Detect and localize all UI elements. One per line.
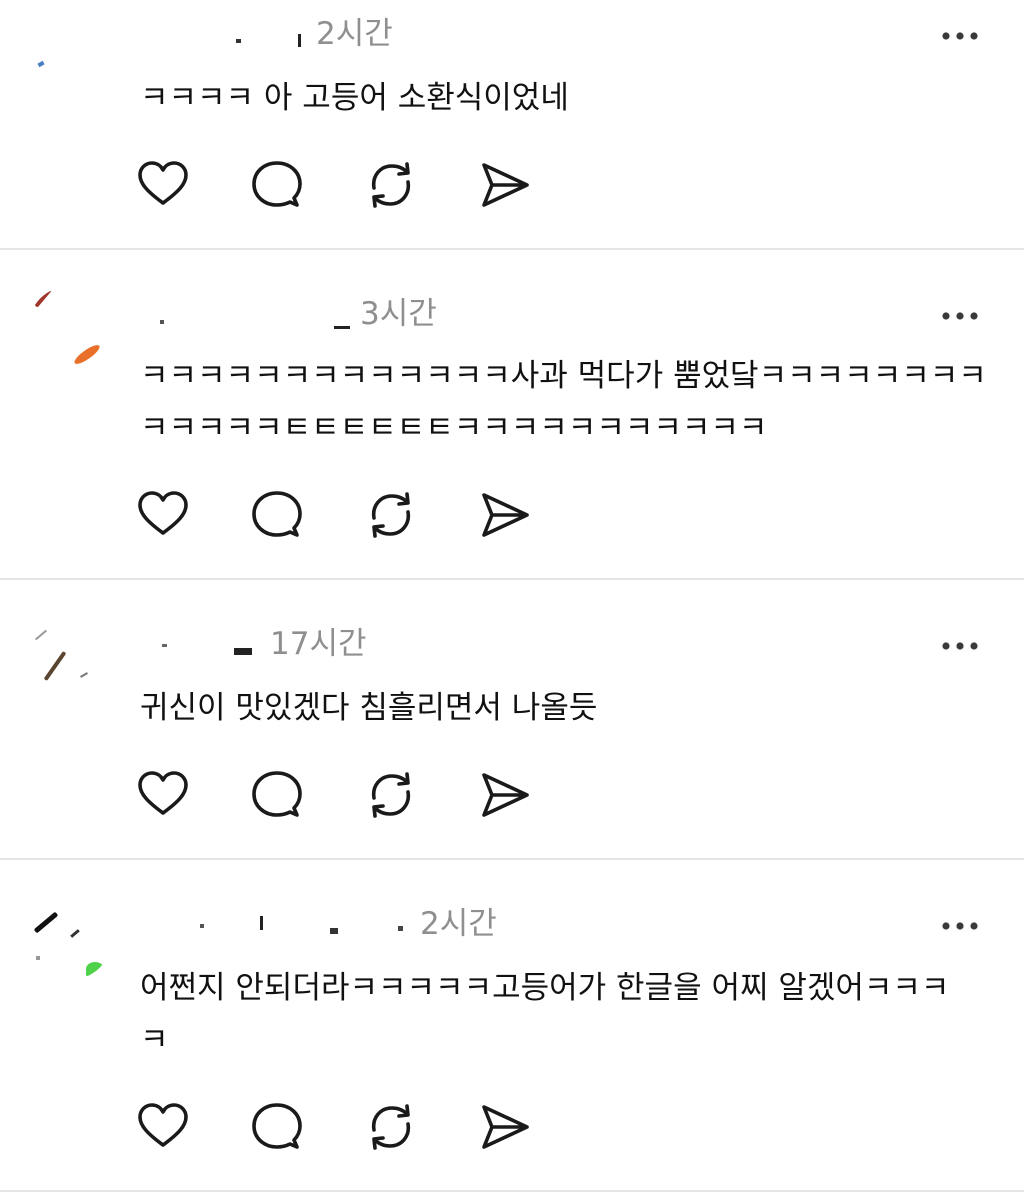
send-icon[interactable]: [478, 158, 532, 212]
post-time: 2시간: [316, 16, 393, 52]
username-redacted: [140, 908, 408, 938]
post-actions: [136, 488, 536, 542]
comment-icon[interactable]: [250, 488, 304, 542]
avatar[interactable]: [28, 286, 112, 370]
username-redacted: [140, 24, 310, 54]
post-1: 2시간 ㅋㅋㅋㅋ 아 고등어 소환식이었네: [0, 0, 1024, 248]
comment-icon[interactable]: [250, 1100, 304, 1154]
more-icon[interactable]: [941, 308, 981, 322]
post-actions: [136, 1100, 536, 1154]
post-time: 17시간: [270, 626, 367, 662]
username-redacted: [140, 628, 268, 658]
post-actions: [136, 768, 536, 822]
post-actions: [136, 158, 536, 212]
more-icon[interactable]: [941, 638, 981, 652]
post-text: 귀신이 맛있겠다 침흘리면서 나올듯: [140, 690, 598, 726]
comment-icon[interactable]: [250, 768, 304, 822]
post-2: 3시간 ㅋㅋㅋㅋㅋㅋㅋㅋㅋㅋㅋㅋㅋ사과 먹다가 뿜었닼ㅋㅋㅋㅋㅋㅋㅋㅋㅋㅋㅋㅋㅋ…: [0, 250, 1024, 578]
username-redacted: [140, 302, 360, 332]
post-text: ㅋㅋㅋㅋㅋㅋㅋㅋㅋㅋㅋㅋㅋ사과 먹다가 뿜었닼ㅋㅋㅋㅋㅋㅋㅋㅋㅋㅋㅋㅋㅋㅌㅌㅌㅌ…: [140, 358, 987, 446]
heart-icon[interactable]: [136, 768, 190, 822]
send-icon[interactable]: [478, 488, 532, 542]
avatar-mark: [37, 60, 45, 68]
post-time: 2시간: [420, 906, 497, 942]
send-icon[interactable]: [478, 1100, 532, 1154]
repost-icon[interactable]: [364, 158, 418, 212]
post-text: 어쩐지 안되더라ㅋㅋㅋㅋㅋ고등어가 한글을 어찌 알겠어ㅋㅋㅋㅋ: [140, 970, 950, 1058]
send-icon[interactable]: [478, 768, 532, 822]
post-3: 17시간 귀신이 맛있겠다 침흘리면서 나올듯: [0, 580, 1024, 858]
heart-icon[interactable]: [136, 488, 190, 542]
more-icon[interactable]: [941, 918, 981, 932]
heart-icon[interactable]: [136, 158, 190, 212]
avatar[interactable]: [28, 20, 112, 104]
comment-icon[interactable]: [250, 158, 304, 212]
avatar[interactable]: [28, 616, 112, 700]
repost-icon[interactable]: [364, 488, 418, 542]
divider: [0, 1190, 1024, 1192]
post-text: ㅋㅋㅋㅋ 아 고등어 소환식이었네: [140, 80, 569, 116]
repost-icon[interactable]: [364, 1100, 418, 1154]
heart-icon[interactable]: [136, 1100, 190, 1154]
post-4: 2시간 어쩐지 안되더라ㅋㅋㅋㅋㅋ고등어가 한글을 어찌 알겠어ㅋㅋㅋㅋ: [0, 860, 1024, 1190]
avatar[interactable]: [28, 896, 112, 980]
post-time: 3시간: [360, 296, 437, 332]
repost-icon[interactable]: [364, 768, 418, 822]
more-icon[interactable]: [941, 28, 981, 42]
